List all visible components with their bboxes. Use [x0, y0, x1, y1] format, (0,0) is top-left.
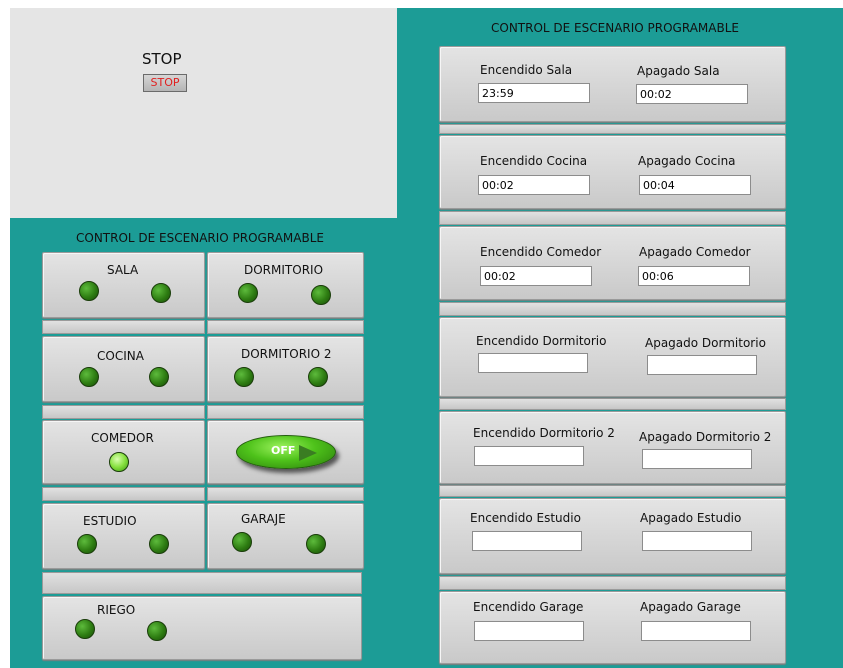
led-indicator	[238, 283, 258, 303]
separator-bar	[439, 124, 786, 134]
toggle-state-label: OFF	[271, 444, 296, 457]
led-indicator	[149, 367, 169, 387]
room-button-dormitorio-2[interactable]: DORMITORIO 2	[207, 336, 364, 402]
room-label: SALA	[107, 263, 139, 277]
on-time-label: Encendido Garage	[473, 600, 584, 614]
room-button-riego[interactable]: RIEGO	[42, 596, 362, 660]
stop-panel	[10, 8, 397, 218]
room-button-cocina[interactable]: COCINA	[42, 336, 205, 402]
separator-bar	[42, 320, 205, 334]
separator-bar	[207, 320, 364, 334]
room-button-dormitorio[interactable]: DORMITORIO	[207, 252, 364, 318]
room-label: DORMITORIO 2	[241, 347, 332, 361]
off-time-field[interactable]	[642, 449, 752, 469]
schedule-row-estudio: Encendido Estudio Apagado Estudio	[439, 498, 786, 574]
led-indicator	[308, 367, 328, 387]
off-time-field[interactable]	[638, 266, 750, 286]
on-time-label: Encendido Sala	[480, 63, 573, 77]
led-indicator	[147, 621, 167, 641]
off-time-field[interactable]	[647, 355, 757, 375]
off-time-label: Apagado Garage	[640, 600, 741, 614]
room-label: COCINA	[97, 349, 144, 363]
room-label: GARAJE	[241, 512, 286, 526]
on-time-field[interactable]	[474, 446, 584, 466]
off-time-label: Apagado Sala	[637, 64, 720, 78]
off-time-label: Apagado Cocina	[638, 154, 736, 168]
on-time-field[interactable]	[478, 353, 588, 373]
led-indicator	[77, 534, 97, 554]
room-button-sala[interactable]: SALA	[42, 252, 205, 318]
off-time-label: Apagado Estudio	[640, 511, 742, 525]
led-indicator	[109, 452, 129, 472]
off-time-label: Apagado Dormitorio	[645, 336, 766, 350]
room-button-garaje[interactable]: GARAJE	[207, 503, 364, 569]
separator-bar	[42, 405, 205, 419]
led-indicator	[149, 534, 169, 554]
led-indicator	[234, 367, 254, 387]
led-indicator	[232, 532, 252, 552]
on-time-field[interactable]	[472, 531, 582, 551]
arrow-icon	[299, 445, 317, 461]
off-time-field[interactable]	[642, 531, 752, 551]
led-indicator	[306, 534, 326, 554]
on-off-toggle-switch[interactable]: OFF	[236, 435, 336, 469]
separator-bar	[42, 572, 362, 594]
schedule-row-garage: Encendido Garage Apagado Garage	[439, 591, 786, 664]
on-time-field[interactable]	[480, 266, 592, 286]
separator-bar	[42, 487, 205, 501]
separator-bar	[439, 302, 786, 316]
room-label: COMEDOR	[91, 431, 154, 445]
off-time-field[interactable]	[641, 621, 751, 641]
led-indicator	[311, 285, 331, 305]
on-time-label: Encendido Dormitorio 2	[473, 426, 615, 440]
on-time-label: Encendido Dormitorio	[476, 334, 607, 348]
room-button-comedor[interactable]: COMEDOR	[42, 420, 205, 484]
separator-bar	[207, 487, 364, 501]
stop-button[interactable]: STOP	[143, 74, 187, 92]
right-cluster-title: CONTROL DE ESCENARIO PROGRAMABLE	[491, 21, 739, 35]
schedule-row-dormitorio: Encendido Dormitorio Apagado Dormitorio	[439, 317, 786, 397]
on-time-label: Encendido Comedor	[480, 245, 602, 259]
on-time-label: Encendido Estudio	[470, 511, 581, 525]
separator-bar	[439, 485, 786, 497]
on-time-field[interactable]	[478, 83, 590, 103]
separator-bar	[439, 398, 786, 410]
room-label: ESTUDIO	[83, 514, 137, 528]
left-cluster-title: CONTROL DE ESCENARIO PROGRAMABLE	[76, 231, 324, 245]
led-indicator	[151, 283, 171, 303]
off-time-label: Apagado Comedor	[639, 245, 751, 259]
room-button-estudio[interactable]: ESTUDIO	[42, 503, 205, 569]
on-time-field[interactable]	[474, 621, 584, 641]
schedule-row-cocina: Encendido Cocina Apagado Cocina	[439, 135, 786, 209]
schedule-row-sala: Encendido Sala Apagado Sala	[439, 46, 786, 122]
schedule-row-comedor: Encendido Comedor Apagado Comedor	[439, 226, 786, 300]
separator-bar	[439, 576, 786, 590]
led-indicator	[75, 619, 95, 639]
led-indicator	[79, 281, 99, 301]
led-indicator	[79, 367, 99, 387]
separator-bar	[207, 405, 364, 419]
toggle-cell: OFF	[207, 420, 364, 484]
off-time-field[interactable]	[636, 84, 748, 104]
stop-label: STOP	[142, 50, 182, 68]
room-label: DORMITORIO	[244, 263, 324, 277]
separator-bar	[439, 211, 786, 225]
room-label: RIEGO	[97, 603, 136, 617]
off-time-label: Apagado Dormitorio 2	[639, 430, 772, 444]
off-time-field[interactable]	[639, 175, 751, 195]
on-time-field[interactable]	[478, 175, 590, 195]
schedule-row-dormitorio-2: Encendido Dormitorio 2 Apagado Dormitori…	[439, 411, 786, 484]
on-time-label: Encendido Cocina	[480, 154, 588, 168]
